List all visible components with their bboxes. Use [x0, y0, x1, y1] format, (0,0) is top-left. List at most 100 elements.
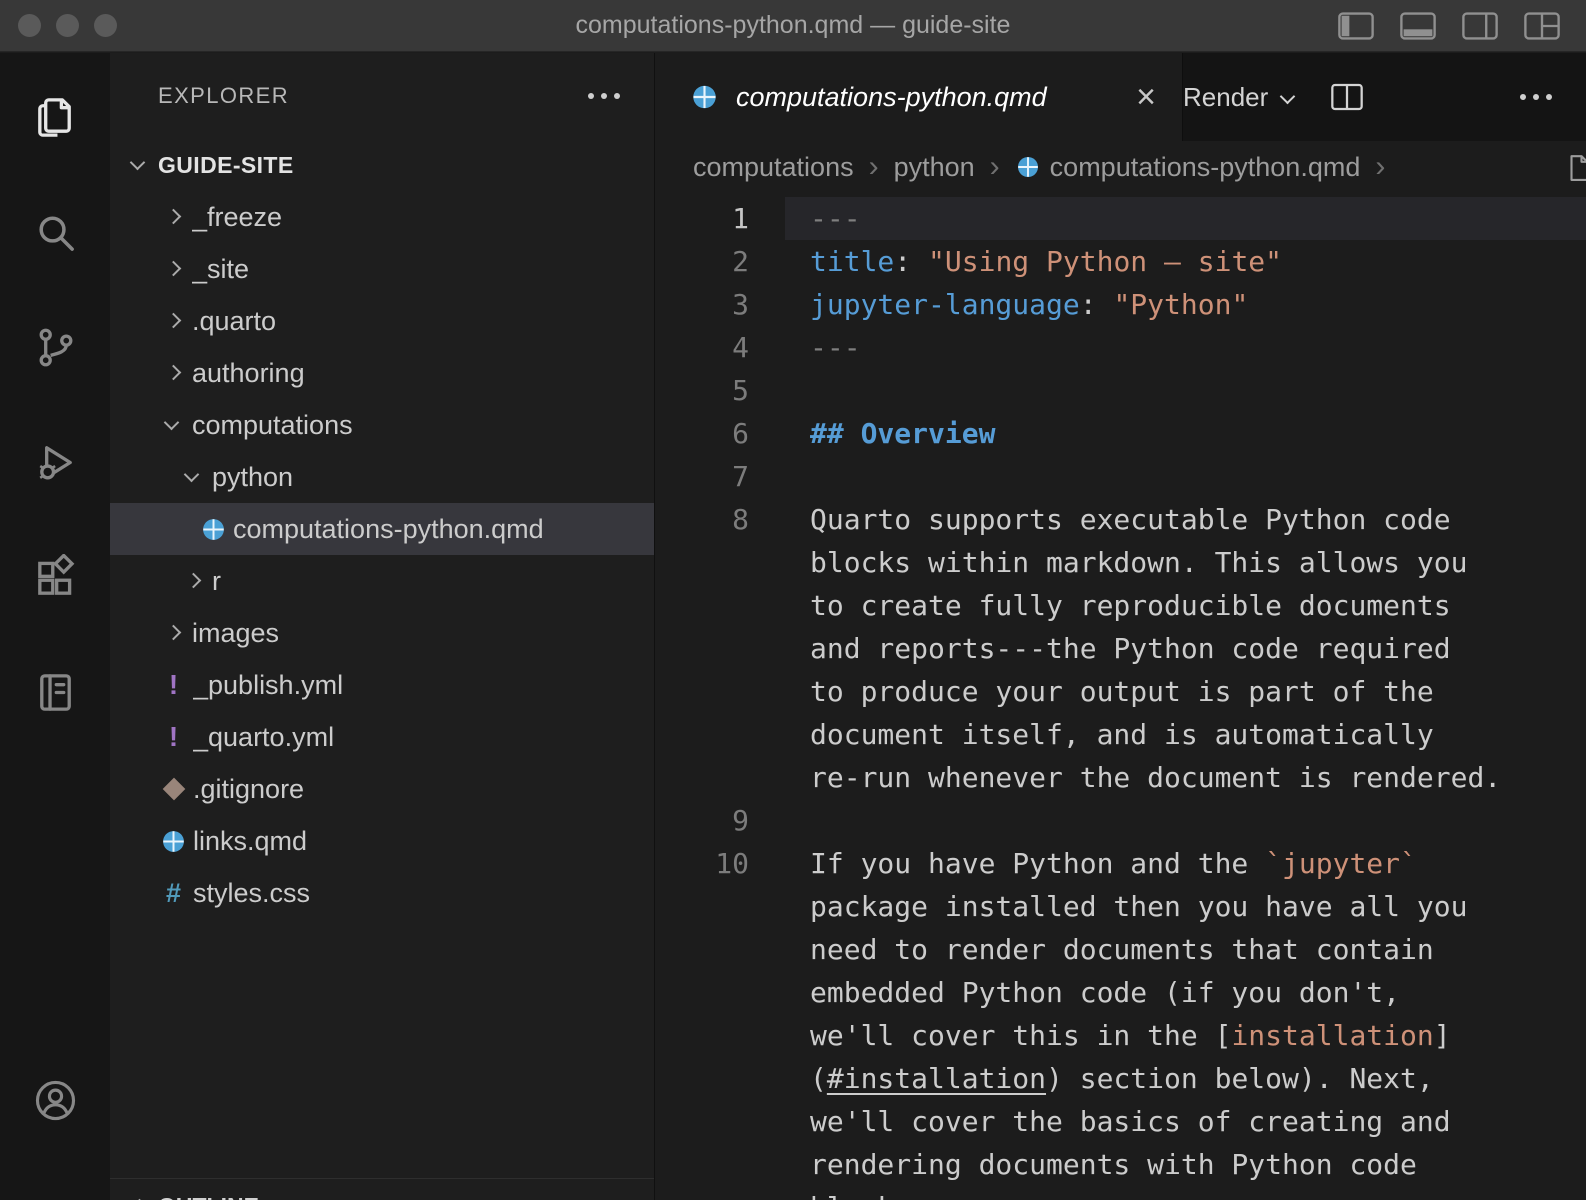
- activity-bar-extensions[interactable]: [0, 520, 110, 635]
- code-text: Quarto supports executable Python code: [785, 498, 1586, 541]
- code-row[interactable]: package installed then you have all you: [655, 885, 1586, 928]
- code-row[interactable]: embedded Python code (if you don't,: [655, 971, 1586, 1014]
- code-row[interactable]: 7: [655, 455, 1586, 498]
- outline-section-header[interactable]: OUTLINE: [110, 1178, 654, 1200]
- tab-computations-python-qmd[interactable]: computations-python.qmd ×: [655, 53, 1183, 141]
- code-row[interactable]: 2title: "Using Python — site": [655, 240, 1586, 283]
- tree-item-links-qmd[interactable]: links.qmd: [110, 815, 654, 867]
- tree-item-computations[interactable]: computations: [110, 399, 654, 451]
- code-text: blocks within markdown. This allows you: [785, 541, 1586, 584]
- code-row[interactable]: (#installation) section below). Next,: [655, 1057, 1586, 1100]
- code-row[interactable]: rendering documents with Python code: [655, 1143, 1586, 1186]
- tree-root-guide-site[interactable]: GUIDE-SITE: [110, 139, 654, 191]
- tree-item-r[interactable]: r: [110, 555, 654, 607]
- code-row[interactable]: need to render documents that contain: [655, 928, 1586, 971]
- tree-item--quarto-yml[interactable]: !_quarto.yml: [110, 711, 654, 763]
- code-row[interactable]: 6## Overview: [655, 412, 1586, 455]
- chevron-right-icon: [160, 308, 186, 334]
- layout-sidebar-right-icon[interactable]: [1462, 12, 1498, 40]
- chevron-right-icon: [160, 204, 186, 230]
- code-text: to produce your output is part of the: [785, 670, 1586, 713]
- extensions-icon: [32, 554, 79, 601]
- tree-item-authoring[interactable]: authoring: [110, 347, 654, 399]
- activity-bar-notebook[interactable]: [0, 635, 110, 750]
- activity-bar-account[interactable]: [0, 1043, 110, 1158]
- code-row[interactable]: blocks.: [655, 1186, 1586, 1200]
- editor-group: computations-python.qmd × Render: [655, 53, 1586, 1200]
- activity-bar-source-control[interactable]: [0, 290, 110, 405]
- tree-item-label: _site: [192, 254, 249, 285]
- titlebar-layout-controls: [1286, 12, 1586, 40]
- tree-item--publish-yml[interactable]: !_publish.yml: [110, 659, 654, 711]
- code-text: document itself, and is automatically: [785, 713, 1586, 756]
- tree-item-label: _freeze: [192, 202, 282, 233]
- code-text: re-run whenever the document is rendered…: [785, 756, 1586, 799]
- line-number: 5: [655, 369, 785, 412]
- code-row[interactable]: blocks within markdown. This allows you: [655, 541, 1586, 584]
- tree-item-label: styles.css: [193, 878, 310, 909]
- code-text: (#installation) section below). Next,: [785, 1057, 1586, 1100]
- breadcrumb-file[interactable]: computations-python.qmd: [1050, 152, 1361, 183]
- tree-item-python[interactable]: python: [110, 451, 654, 503]
- breadcrumb-separator-icon: ›: [990, 152, 1000, 182]
- breadcrumb-folder[interactable]: computations: [693, 152, 854, 183]
- code-row[interactable]: to create fully reproducible documents: [655, 584, 1586, 627]
- zoom-window-button[interactable]: [94, 14, 117, 37]
- activity-bar-run-debug[interactable]: [0, 405, 110, 520]
- code-row[interactable]: re-run whenever the document is rendered…: [655, 756, 1586, 799]
- activity-bar-explorer[interactable]: [0, 60, 110, 175]
- tree-item-label: computations: [192, 410, 353, 441]
- code-row[interactable]: document itself, and is automatically: [655, 713, 1586, 756]
- code-row[interactable]: 9: [655, 799, 1586, 842]
- tree-item-label: _quarto.yml: [193, 722, 334, 753]
- chevron-down-icon: [1280, 90, 1295, 105]
- line-number: [655, 670, 785, 713]
- layout-sidebar-left-icon[interactable]: [1338, 12, 1374, 40]
- close-window-button[interactable]: [18, 14, 41, 37]
- code-text: ---: [785, 326, 1586, 369]
- chevron-down-icon: [126, 152, 152, 178]
- line-number: 9: [655, 799, 785, 842]
- close-tab-icon[interactable]: ×: [1136, 80, 1156, 114]
- source-control-icon: [32, 324, 79, 371]
- tree-item--site[interactable]: _site: [110, 243, 654, 295]
- code-editor[interactable]: 1---2title: "Using Python — site"3jupyte…: [655, 193, 1586, 1200]
- explorer-more-actions-icon[interactable]: [588, 93, 620, 99]
- minimize-window-button[interactable]: [56, 14, 79, 37]
- tree-item-computations-python-qmd[interactable]: computations-python.qmd: [110, 503, 654, 555]
- tree-item-styles-css[interactable]: #styles.css: [110, 867, 654, 919]
- code-row[interactable]: 1---: [655, 197, 1586, 240]
- breadcrumb-folder[interactable]: python: [894, 152, 975, 183]
- tree-item-label: .quarto: [192, 306, 276, 337]
- editor-more-actions-icon[interactable]: [1520, 94, 1552, 100]
- split-editor-icon[interactable]: [1331, 82, 1363, 112]
- code-row[interactable]: we'll cover the basics of creating and: [655, 1100, 1586, 1143]
- render-button[interactable]: Render: [1183, 82, 1295, 113]
- layout-panel-icon[interactable]: [1400, 12, 1436, 40]
- tab-title: computations-python.qmd: [736, 82, 1118, 113]
- tree-item--quarto[interactable]: .quarto: [110, 295, 654, 347]
- tree-item-label: .gitignore: [193, 774, 304, 805]
- code-row[interactable]: and reports---the Python code required: [655, 627, 1586, 670]
- code-row[interactable]: we'll cover this in the [installation]: [655, 1014, 1586, 1057]
- chevron-right-icon: [160, 360, 186, 386]
- chevron-right-icon: [160, 620, 186, 646]
- tree-item--gitignore[interactable]: .gitignore: [110, 763, 654, 815]
- tree-item--freeze[interactable]: _freeze: [110, 191, 654, 243]
- tree-item-label: authoring: [192, 358, 305, 389]
- code-text: [785, 369, 1586, 412]
- code-text: we'll cover this in the [installation]: [785, 1014, 1586, 1057]
- code-row[interactable]: 5: [655, 369, 1586, 412]
- line-number: 7: [655, 455, 785, 498]
- line-number: [655, 1014, 785, 1057]
- line-number: [655, 627, 785, 670]
- code-row[interactable]: 8Quarto supports executable Python code: [655, 498, 1586, 541]
- code-row[interactable]: to produce your output is part of the: [655, 670, 1586, 713]
- code-row[interactable]: 10If you have Python and the `jupyter`: [655, 842, 1586, 885]
- search-icon: [32, 209, 79, 256]
- tree-item-images[interactable]: images: [110, 607, 654, 659]
- code-row[interactable]: 4---: [655, 326, 1586, 369]
- activity-bar-search[interactable]: [0, 175, 110, 290]
- code-row[interactable]: 3jupyter-language: "Python": [655, 283, 1586, 326]
- layout-editor-grid-icon[interactable]: [1524, 12, 1560, 40]
